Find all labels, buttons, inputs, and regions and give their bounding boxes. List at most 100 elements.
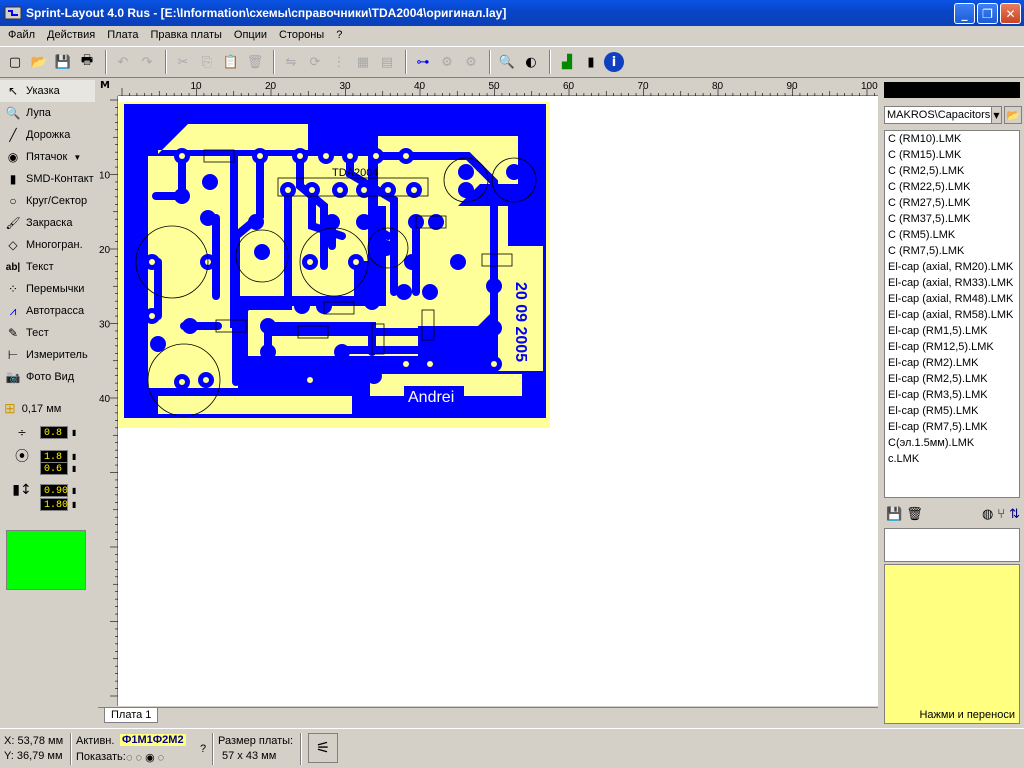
contrast-icon[interactable]: ◐ — [520, 51, 542, 73]
spin-icon[interactable]: ▮ — [72, 428, 76, 437]
tool-jumper[interactable]: ⁘ Перемычки — [0, 278, 95, 300]
tool-pointer[interactable]: ↖ Указка — [0, 80, 95, 102]
delete-icon[interactable]: 🗑 — [244, 51, 266, 73]
tool-circle[interactable]: ○ Круг/Сектор — [0, 190, 95, 212]
net-icon[interactable]: ⚙ — [460, 51, 482, 73]
pad-inner-value[interactable]: 0.6 — [40, 462, 68, 475]
list-item[interactable]: C (RM5).LMK — [885, 227, 1019, 243]
swap-icon[interactable]: ⇅ — [1009, 507, 1020, 522]
folder-icon[interactable]: 📂 — [1004, 106, 1022, 124]
grid-ball-icon[interactable]: ◍ — [982, 507, 993, 522]
list-item[interactable]: El-cap (RM1,5).LMK — [885, 323, 1019, 339]
cut-icon[interactable]: ✂ — [172, 51, 194, 73]
undo-icon[interactable]: ↶ — [112, 51, 134, 73]
trash-icon[interactable]: 🗑 — [906, 507, 923, 522]
tool-photo[interactable]: 📷 Фото Вид — [0, 366, 95, 388]
save-icon[interactable]: 💾 — [886, 507, 902, 522]
list-item[interactable]: El-cap (RM3,5).LMK — [885, 387, 1019, 403]
tool-pad[interactable]: ◉ Пятачок ▼ — [0, 146, 95, 168]
new-icon[interactable]: ▢ — [4, 51, 26, 73]
list-item[interactable]: El-cap (axial, RM33).LMK — [885, 275, 1019, 291]
tool-zoom[interactable]: 🔍 Лупа — [0, 102, 95, 124]
list-item[interactable]: C (RM7,5).LMK — [885, 243, 1019, 259]
list-item[interactable]: C (RM22,5).LMK — [885, 179, 1019, 195]
split-icon[interactable]: ⑂ — [997, 507, 1005, 522]
active-layers[interactable]: Ф1М1Ф2М2 — [120, 734, 186, 746]
pad-outer-value[interactable]: 1.8 — [40, 449, 68, 463]
menu-edit-board[interactable]: Правка платы — [144, 29, 227, 41]
list-item[interactable]: c.LMK — [885, 451, 1019, 467]
list-item[interactable]: C (RM37,5).LMK — [885, 211, 1019, 227]
library-select[interactable]: MAKROS\Capacitors — [884, 106, 1002, 124]
print-icon[interactable]: 🖶 — [76, 51, 98, 73]
spin-icon[interactable]: ▮ — [72, 486, 76, 495]
list-item[interactable]: El-cap (axial, RM58).LMK — [885, 307, 1019, 323]
tool-text[interactable]: ab| Текст — [0, 256, 95, 278]
menu-sides[interactable]: Стороны — [273, 29, 330, 41]
menu-options[interactable]: Опции — [228, 29, 273, 41]
pcb-drawing[interactable]: TDA2004 Andrei 20 09 2005 — [118, 96, 878, 706]
ungroup-icon[interactable]: ▤ — [376, 51, 398, 73]
list-item[interactable]: El-cap (RM12,5).LMK — [885, 339, 1019, 355]
tool-measure[interactable]: ⊢ Измеритель — [0, 344, 95, 366]
open-icon[interactable]: 📂 — [28, 51, 50, 73]
list-item[interactable]: El-cap (RM2).LMK — [885, 355, 1019, 371]
rotate-icon[interactable]: ⟳ — [304, 51, 326, 73]
spin-icon[interactable]: ▮ — [72, 464, 76, 473]
list-item[interactable]: C (RM27,5).LMK — [885, 195, 1019, 211]
info-icon[interactable]: i — [604, 52, 624, 72]
list-item[interactable]: C (RM2,5).LMK — [885, 163, 1019, 179]
layer-color-swatch[interactable] — [6, 530, 86, 590]
tool-smd[interactable]: ▮ SMD-Контакт — [0, 168, 95, 190]
library-preview[interactable]: Нажми и переноси — [884, 564, 1020, 724]
menu-board[interactable]: Плата — [101, 29, 144, 41]
minimize-button[interactable]: _ — [954, 3, 975, 24]
save-icon[interactable]: 💾 — [52, 51, 74, 73]
paste-icon[interactable]: 📋 — [220, 51, 242, 73]
list-item[interactable]: El-cap (axial, RM48).LMK — [885, 291, 1019, 307]
tool-track[interactable]: ╱ Дорожка — [0, 124, 95, 146]
group-icon[interactable]: ▦ — [352, 51, 374, 73]
redo-icon[interactable]: ↷ — [136, 51, 158, 73]
tool-autoroute[interactable]: ⩘ Автотрасса — [0, 300, 95, 322]
list-item[interactable]: C (RM10).LMK — [885, 131, 1019, 147]
spin-icon[interactable]: ▮ — [72, 452, 76, 461]
spin-icon[interactable]: ▮ — [72, 500, 76, 509]
param-pad-inner[interactable]: 0.6 ▮ — [8, 462, 76, 475]
smd-height-value[interactable]: 1.80 — [40, 498, 68, 511]
smd-width-value[interactable]: 0.90 — [40, 483, 68, 497]
align-icon[interactable]: ⋮ — [328, 51, 350, 73]
help-icon[interactable]: ? — [200, 743, 206, 755]
ruler-unit[interactable]: M — [98, 80, 118, 96]
chevron-down-icon[interactable]: ▼ — [73, 153, 81, 162]
track-width-value[interactable]: 0.8 — [40, 426, 68, 439]
layer-switch-icon[interactable]: ⚟ — [308, 733, 338, 763]
list-item[interactable]: C (RM15).LMK — [885, 147, 1019, 163]
measure-icon[interactable]: ⊶ — [412, 51, 434, 73]
tool-test[interactable]: ✎ Тест — [0, 322, 95, 344]
menu-help[interactable]: ? — [330, 29, 348, 41]
grid-setting[interactable]: ⊞ 0,17 мм — [4, 400, 61, 417]
tool-polygon[interactable]: ◇ Многогран. — [0, 234, 95, 256]
list-item[interactable]: El-cap (RM7,5).LMK — [885, 419, 1019, 435]
close-button[interactable]: ✕ — [1000, 3, 1021, 24]
component-icon[interactable]: ▟ — [556, 51, 578, 73]
param-smd-height[interactable]: 1.80 ▮ — [8, 498, 76, 511]
show-radios[interactable]: ◌◌◉◌ — [126, 751, 167, 764]
list-item[interactable]: El-cap (RM5).LMK — [885, 403, 1019, 419]
tab-board-1[interactable]: Плата 1 — [104, 708, 159, 723]
menu-file[interactable]: Файл — [2, 29, 41, 41]
list-item[interactable]: El-cap (axial, RM20).LMK — [885, 259, 1019, 275]
search-icon[interactable]: 🔍 — [496, 51, 518, 73]
menu-actions[interactable]: Действия — [41, 29, 101, 41]
chip-icon[interactable]: ▮ — [580, 51, 602, 73]
tool-fill[interactable]: 🖌 Закраска — [0, 212, 95, 234]
drc-icon[interactable]: ⚙ — [436, 51, 458, 73]
param-smd-width[interactable]: ▮↕ 0.90 ▮ — [8, 482, 76, 498]
chevron-down-icon[interactable]: ▼ — [991, 106, 1002, 124]
param-track-width[interactable]: ÷ 0.8 ▮ — [8, 426, 76, 439]
list-item[interactable]: El-cap (RM2,5).LMK — [885, 371, 1019, 387]
copy-icon[interactable]: ⎘ — [196, 51, 218, 73]
mirror-icon[interactable]: ⇋ — [280, 51, 302, 73]
library-list[interactable]: C (RM10).LMK C (RM15).LMK C (RM2,5).LMK … — [884, 130, 1020, 498]
